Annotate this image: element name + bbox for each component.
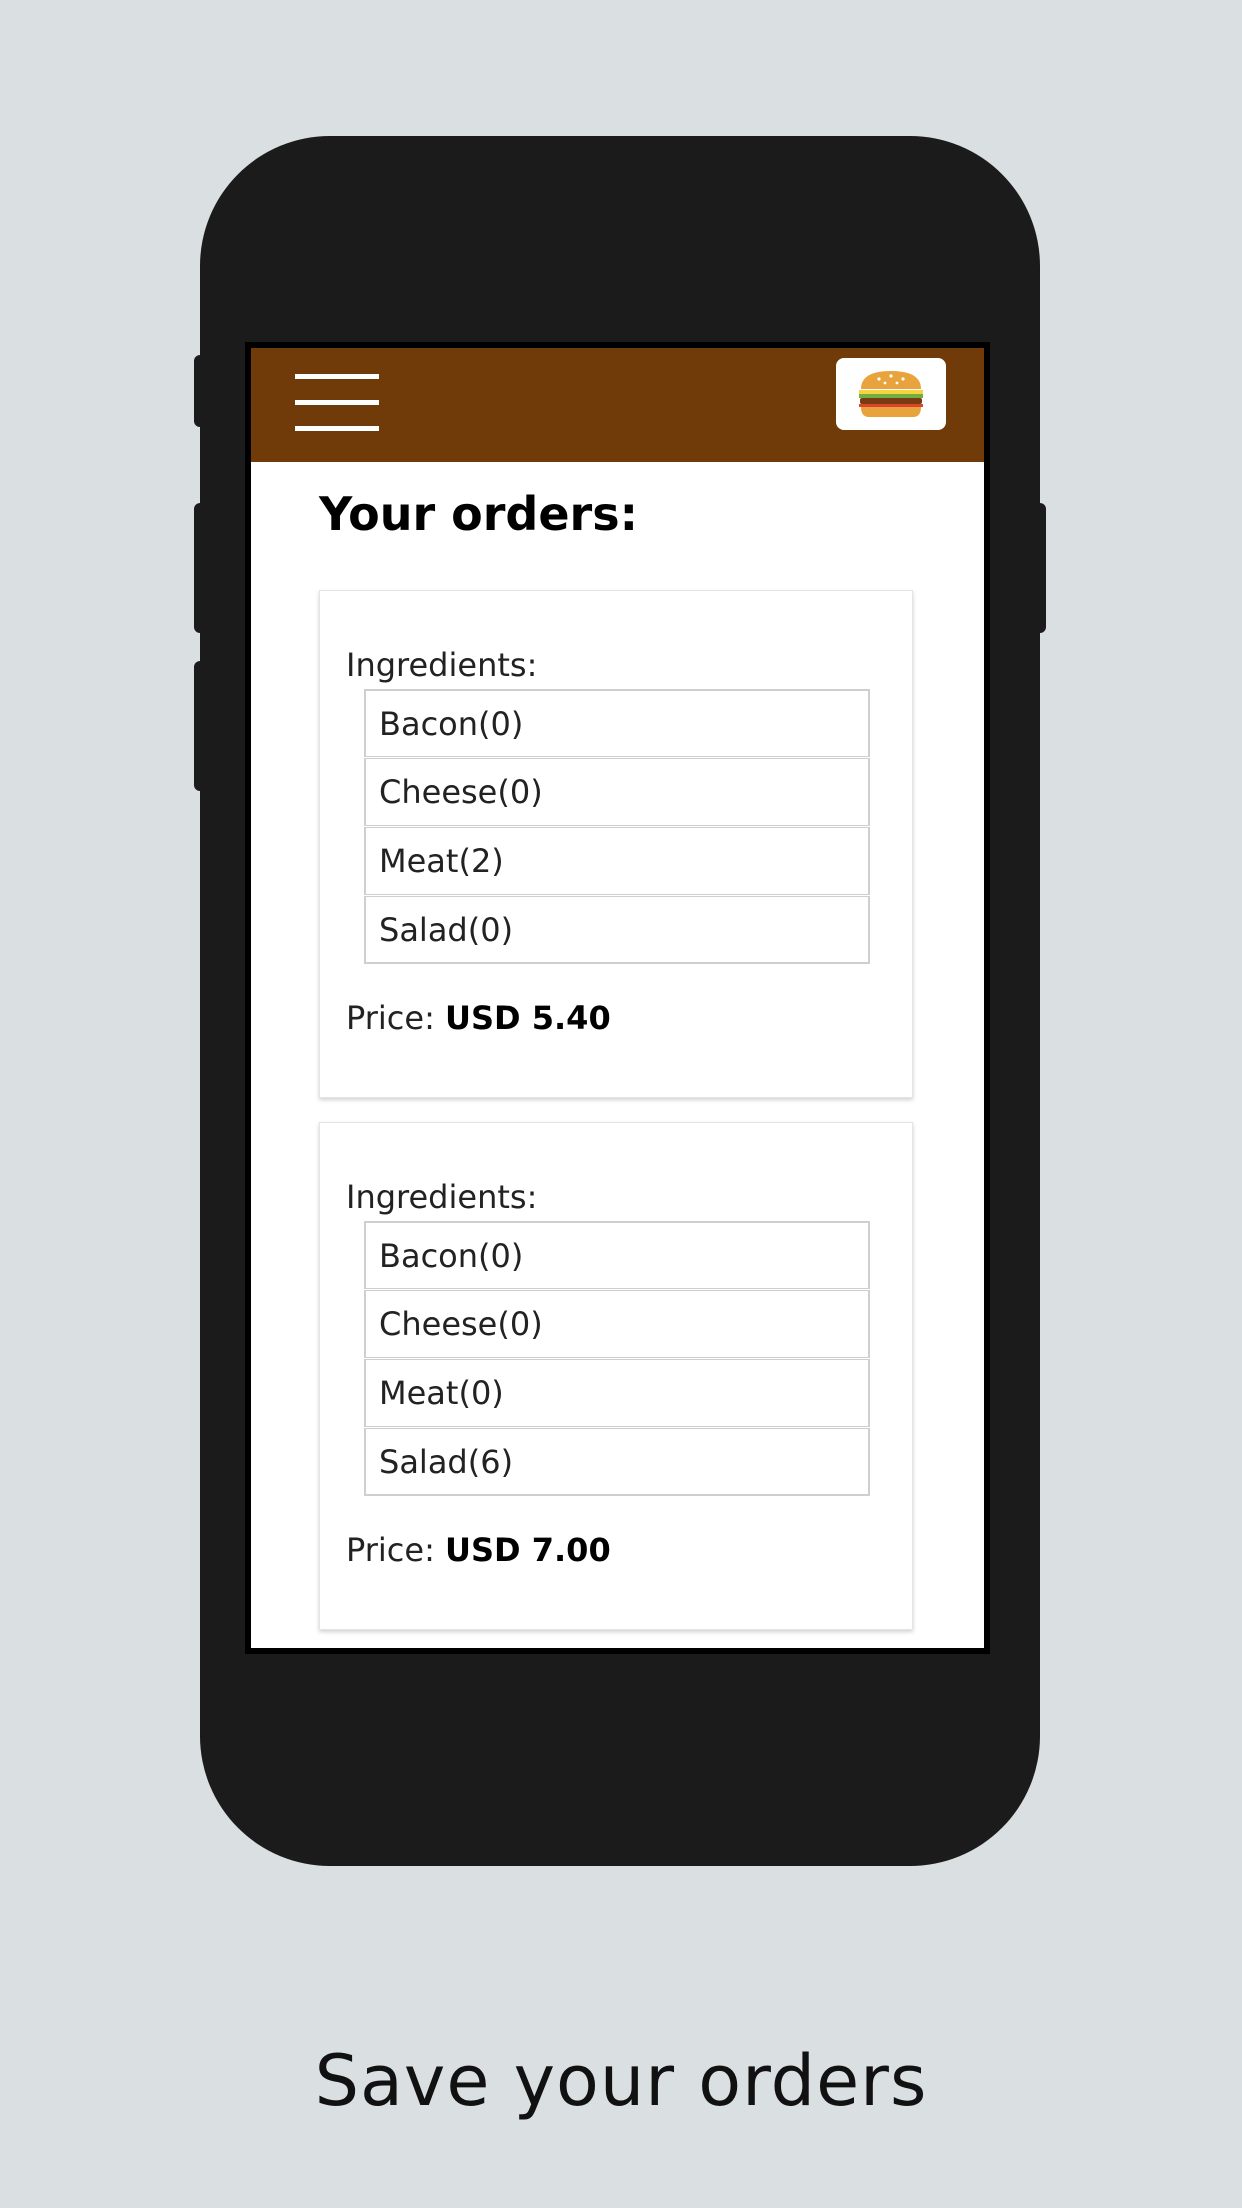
- order-card: Ingredients: Bacon(0) Cheese(0) Meat(0) …: [319, 1122, 913, 1630]
- price-label: Price:: [346, 999, 446, 1037]
- ingredient-item: Cheese(0): [364, 1290, 870, 1358]
- orders-content: Your orders: Ingredients: Bacon(0) Chees…: [251, 462, 984, 1630]
- ingredients-label: Ingredients:: [346, 1178, 538, 1216]
- caption-text: Save your orders: [314, 2040, 928, 2122]
- ingredient-item: Meat(0): [364, 1359, 870, 1427]
- ingredients-list: Bacon(0) Cheese(0) Meat(2) Salad(0): [364, 689, 870, 964]
- ingredient-item: Meat(2): [364, 827, 870, 895]
- burger-logo-icon[interactable]: [836, 358, 946, 430]
- ingredient-item: Salad(6): [364, 1428, 870, 1496]
- price-row: Price: USD 5.40: [346, 998, 886, 1038]
- phone-screen: Your orders: Ingredients: Bacon(0) Chees…: [245, 342, 990, 1654]
- page-title: Your orders:: [319, 487, 639, 541]
- ingredient-item: Bacon(0): [364, 689, 870, 757]
- price-row: Price: USD 7.00: [346, 1530, 886, 1570]
- ingredient-item: Cheese(0): [364, 758, 870, 826]
- ingredients-list: Bacon(0) Cheese(0) Meat(0) Salad(6): [364, 1221, 870, 1496]
- toolbar: [251, 348, 984, 462]
- ingredients-label: Ingredients:: [346, 646, 538, 684]
- app-view: Your orders: Ingredients: Bacon(0) Chees…: [251, 348, 984, 1648]
- ingredient-item: Salad(0): [364, 896, 870, 964]
- price-value: USD 7.00: [445, 1531, 611, 1569]
- price-label: Price:: [346, 1531, 446, 1569]
- price-value: USD 5.40: [445, 999, 611, 1037]
- hamburger-menu-icon[interactable]: [295, 374, 379, 432]
- order-card: Ingredients: Bacon(0) Cheese(0) Meat(2) …: [319, 590, 913, 1098]
- ingredient-item: Bacon(0): [364, 1221, 870, 1289]
